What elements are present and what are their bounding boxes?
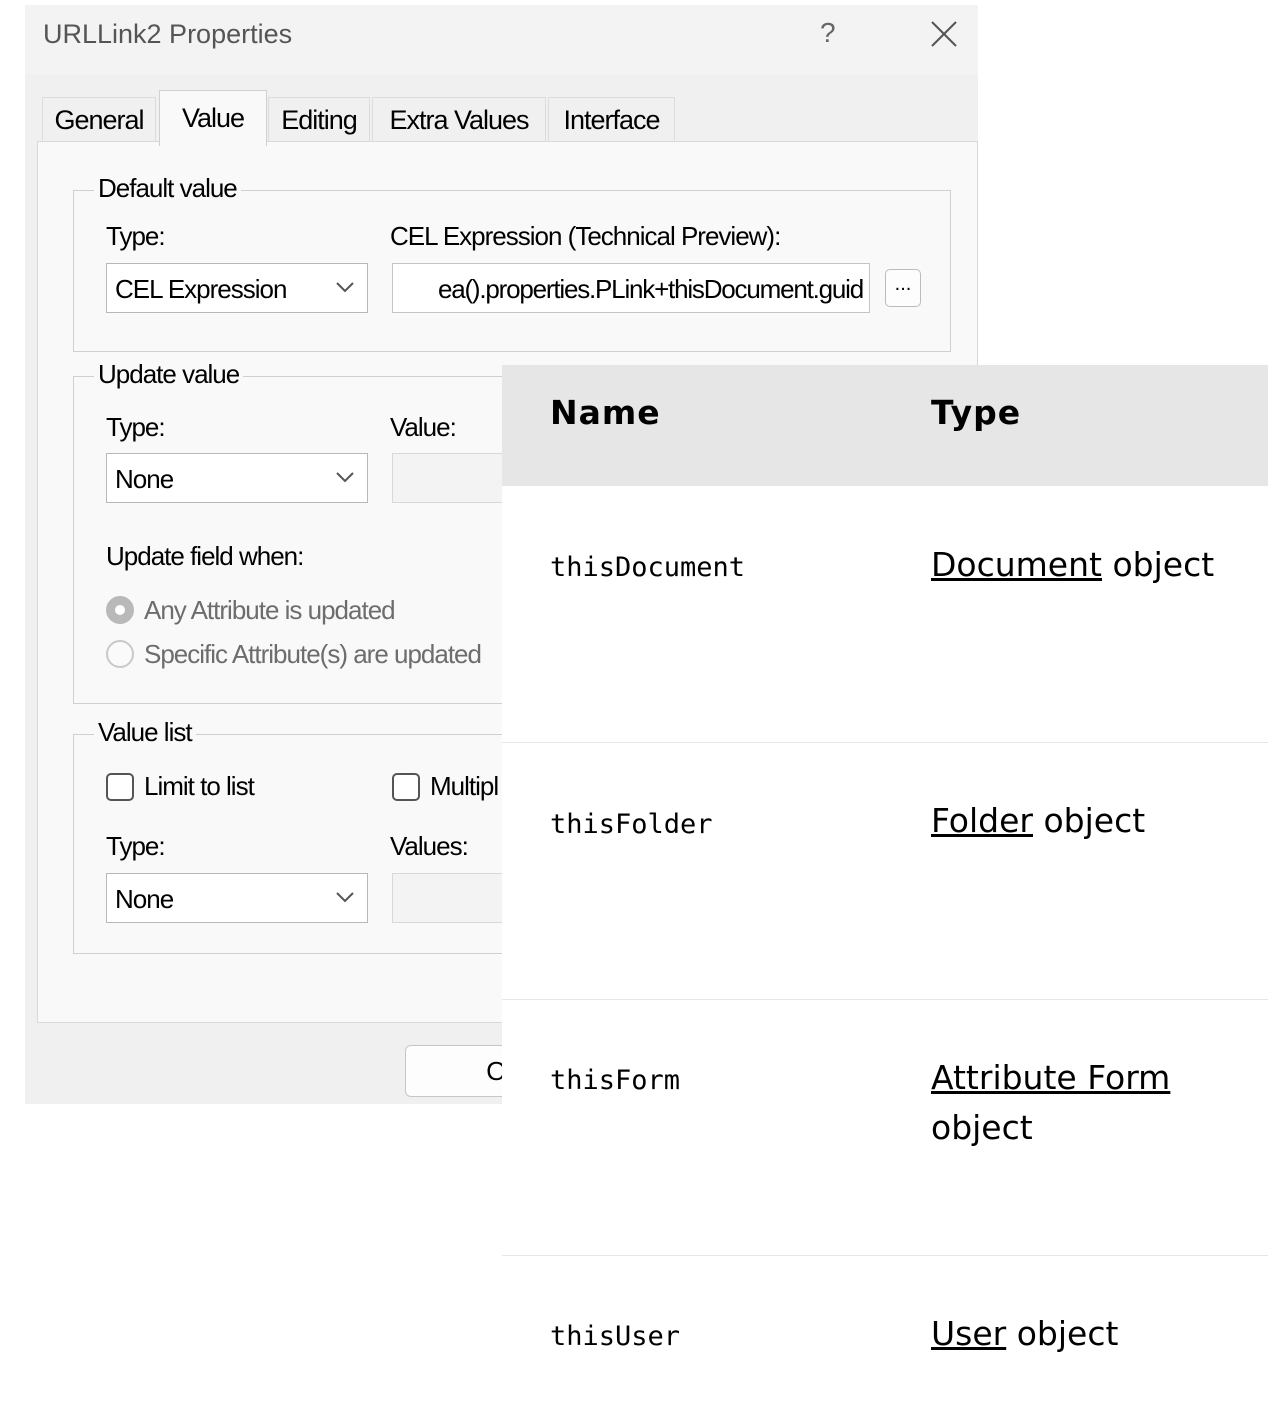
type-label: Type: — [106, 412, 166, 442]
tab-value[interactable]: Value — [159, 90, 267, 146]
tab-general[interactable]: General — [42, 97, 156, 143]
table-row-name: thisForm — [550, 1065, 681, 1096]
type-suffix: object — [1032, 801, 1146, 840]
group-title: Value list — [94, 717, 196, 748]
close-icon[interactable] — [927, 17, 961, 51]
row-divider — [502, 742, 1268, 743]
group-title: Update value — [94, 359, 244, 390]
column-header-type: Type — [931, 393, 1022, 432]
combo-value: CEL Expression — [115, 274, 287, 304]
table-row-type: User object — [931, 1309, 1261, 1359]
variables-table: Name Type thisDocument Document object t… — [502, 365, 1282, 1404]
tab-editing[interactable]: Editing — [268, 97, 370, 143]
type-link[interactable]: User — [931, 1314, 1006, 1353]
title-bar: URLLink2 Properties ? — [25, 5, 978, 75]
table-row-name: thisDocument — [550, 552, 746, 583]
cel-expression-value: ea().properties.PLink+thisDocument.guid — [437, 274, 864, 304]
radio-specific-attributes[interactable] — [106, 640, 134, 668]
type-link[interactable]: Attribute Form — [931, 1058, 1170, 1097]
chevron-down-icon — [336, 892, 354, 903]
type-suffix: object — [1101, 545, 1215, 584]
update-field-when-label: Update field when: — [106, 541, 304, 571]
type-suffix: object — [931, 1108, 1033, 1147]
value-label: Value: — [390, 412, 457, 442]
row-divider — [502, 1255, 1268, 1256]
default-type-select[interactable]: CEL Expression — [106, 263, 368, 313]
radio-specific-attributes-label: Specific Attribute(s) are updated — [144, 639, 482, 669]
table-row-name: thisFolder — [550, 809, 713, 840]
type-suffix: object — [1006, 1314, 1119, 1353]
column-header-name: Name — [550, 393, 661, 432]
cel-expression-input[interactable]: ea().properties.PLink+thisDocument.guid — [392, 263, 870, 313]
dialog-title: URLLink2 Properties — [43, 19, 293, 49]
combo-value: None — [115, 464, 174, 494]
row-divider — [502, 999, 1268, 1000]
group-title: Default value — [94, 173, 241, 204]
table-row-type: Document object — [931, 540, 1261, 590]
help-icon[interactable]: ? — [820, 17, 836, 49]
tab-interface[interactable]: Interface — [548, 97, 675, 143]
radio-any-attribute[interactable] — [106, 596, 134, 624]
radio-any-attribute-label: Any Attribute is updated — [144, 595, 396, 625]
value-list-type-select[interactable]: None — [106, 873, 368, 923]
table-row-type: Attribute Form object — [931, 1053, 1261, 1153]
table-header: Name Type — [502, 365, 1268, 486]
browse-button[interactable]: ... — [885, 269, 921, 307]
default-value-group: Default value Type: CEL Expression (Tech… — [73, 173, 951, 352]
table-row-name: thisUser — [550, 1321, 681, 1352]
limit-to-list-label: Limit to list — [144, 771, 255, 801]
type-label: Type: — [106, 221, 166, 251]
limit-to-list-checkbox[interactable] — [106, 773, 134, 801]
tab-extra-values[interactable]: Extra Values — [372, 97, 546, 143]
type-link[interactable]: Folder — [931, 801, 1033, 840]
chevron-down-icon — [336, 282, 354, 293]
type-label: Type: — [106, 831, 166, 861]
cel-expression-label: CEL Expression (Technical Preview): — [390, 221, 781, 251]
multiple-checkbox[interactable] — [392, 773, 420, 801]
combo-value: None — [115, 884, 174, 914]
chevron-down-icon — [336, 472, 354, 483]
multiple-label: Multipl — [430, 771, 499, 801]
values-label: Values: — [390, 831, 469, 861]
table-row-type: Folder object — [931, 796, 1261, 846]
type-link[interactable]: Document — [931, 545, 1102, 584]
update-type-select[interactable]: None — [106, 453, 368, 503]
